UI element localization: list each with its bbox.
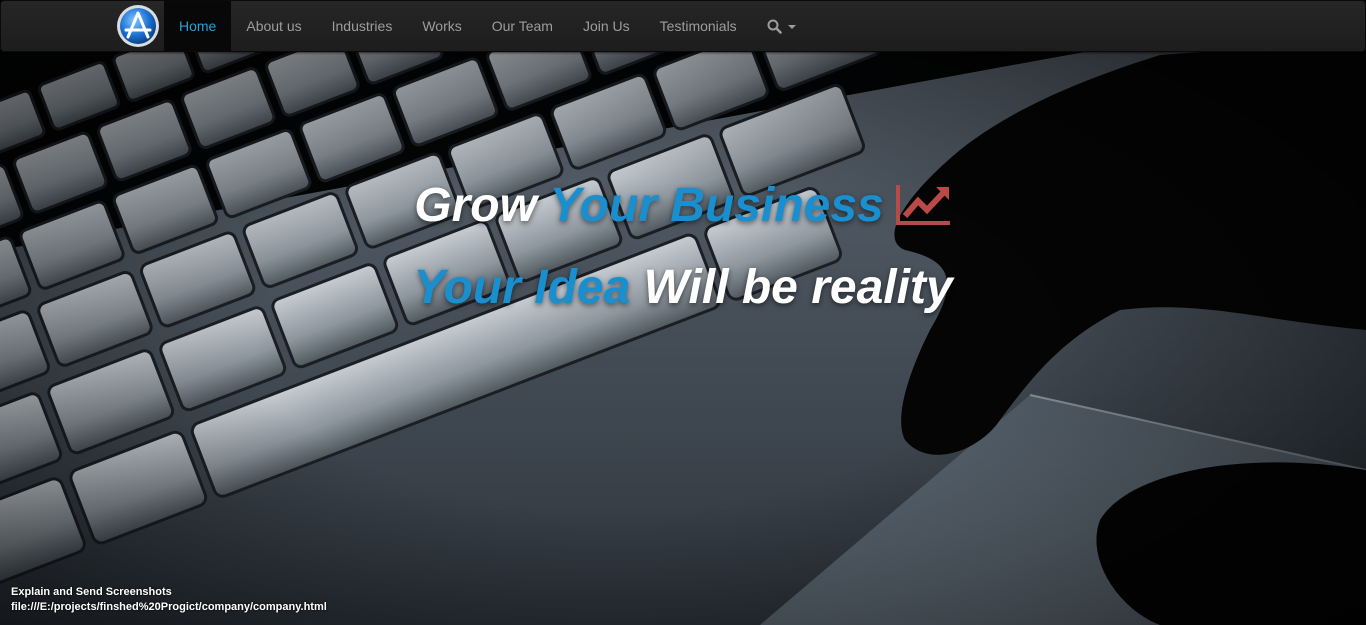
- search-dropdown-toggle[interactable]: [752, 1, 811, 51]
- search-icon: [767, 19, 782, 34]
- nav-item-about-us[interactable]: About us: [231, 1, 316, 51]
- nav-menu: Home About us Industries Works Our Team …: [164, 1, 811, 51]
- logo-icon: [117, 5, 159, 47]
- headline-line-2: Your Idea Will be reality: [0, 250, 1366, 326]
- nav-item-testimonials[interactable]: Testimonials: [645, 1, 752, 51]
- headline-grow: Grow: [414, 179, 550, 232]
- headline-line-1: Grow Your Business: [0, 168, 1366, 250]
- line-chart-icon: [894, 174, 952, 250]
- status-url: file:///E:/projects/finshed%20Progict/co…: [11, 601, 327, 613]
- status-title: Explain and Send Screenshots: [11, 586, 172, 598]
- nav-item-join-us[interactable]: Join Us: [568, 1, 645, 51]
- headline-your-business: Your Business: [549, 179, 884, 232]
- nav-item-our-team[interactable]: Our Team: [477, 1, 568, 51]
- headline-will-be-reality: Will be reality: [630, 261, 953, 314]
- app-store-logo[interactable]: [116, 4, 160, 48]
- page: Home About us Industries Works Our Team …: [0, 0, 1366, 625]
- nav-item-industries[interactable]: Industries: [317, 1, 408, 51]
- headline-your-idea: Your Idea: [413, 261, 631, 314]
- status-overlay: Explain and Send Screenshots file:///E:/…: [11, 585, 327, 615]
- navbar: Home About us Industries Works Our Team …: [0, 0, 1366, 52]
- nav-item-home[interactable]: Home: [164, 1, 232, 51]
- nav-item-works[interactable]: Works: [407, 1, 476, 51]
- caret-down-icon: [787, 25, 796, 29]
- hero-headline: Grow Your Business Your Idea Will be rea…: [0, 168, 1366, 326]
